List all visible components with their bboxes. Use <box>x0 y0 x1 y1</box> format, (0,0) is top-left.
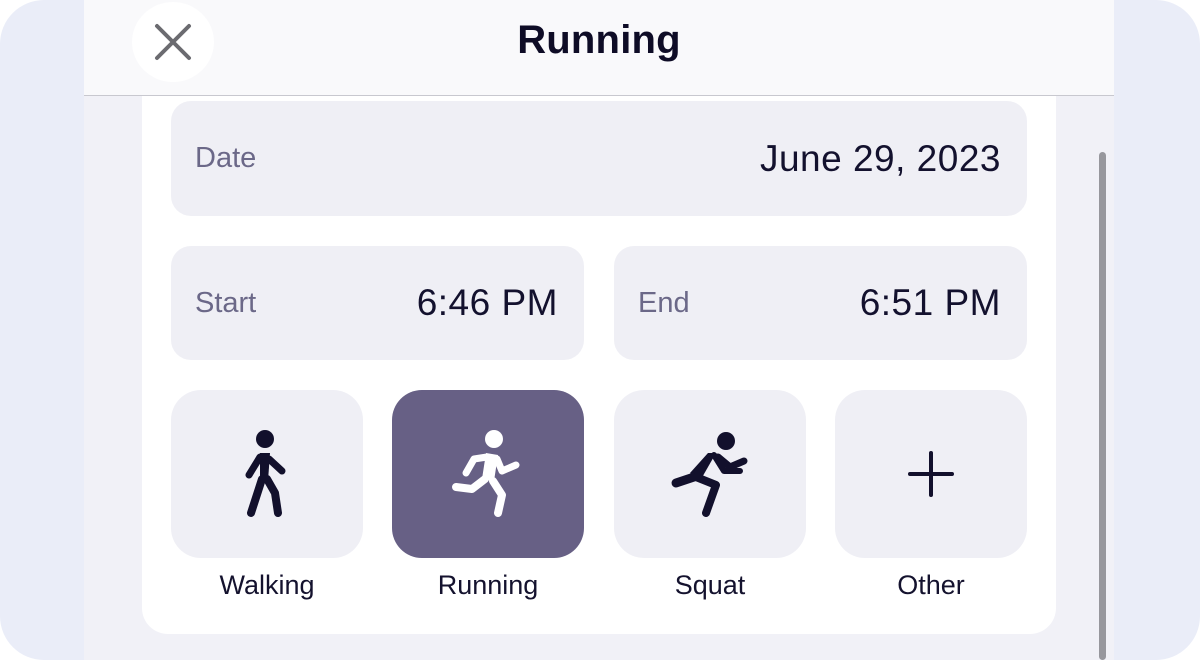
end-label: End <box>638 286 690 319</box>
end-time-value: 6:51 PM <box>859 282 1001 323</box>
activity-tile-other[interactable] <box>835 390 1027 558</box>
running-icon <box>452 430 520 517</box>
squat-icon <box>671 432 748 517</box>
screen-frame: Running Date June 29, 2023 Start 6:46 PM… <box>0 0 1200 660</box>
close-icon <box>155 24 191 60</box>
start-time-value: 6:46 PM <box>416 282 558 323</box>
close-button[interactable] <box>132 2 214 82</box>
walking-icon <box>245 430 286 517</box>
activity-tile-walking[interactable] <box>171 390 363 558</box>
end-time-field[interactable]: End 6:51 PM <box>614 246 1027 360</box>
activity-label-squat: Squat <box>674 570 746 600</box>
date-label: Date <box>195 142 257 174</box>
activity-tile-squat[interactable] <box>614 390 806 558</box>
scrollbar[interactable] <box>1099 152 1106 660</box>
plus-icon <box>908 451 954 497</box>
header-bar: Running <box>84 0 1114 96</box>
start-label: Start <box>195 286 257 319</box>
activity-label-running: Running <box>437 570 539 600</box>
activity-tile-running[interactable] <box>392 390 584 558</box>
page-title: Running <box>517 18 681 62</box>
date-value: June 29, 2023 <box>759 137 1001 179</box>
activity-label-other: Other <box>897 570 965 600</box>
activity-label-walking: Walking <box>219 570 315 600</box>
start-time-field[interactable]: Start 6:46 PM <box>171 246 584 360</box>
date-field[interactable]: Date June 29, 2023 <box>171 101 1027 216</box>
